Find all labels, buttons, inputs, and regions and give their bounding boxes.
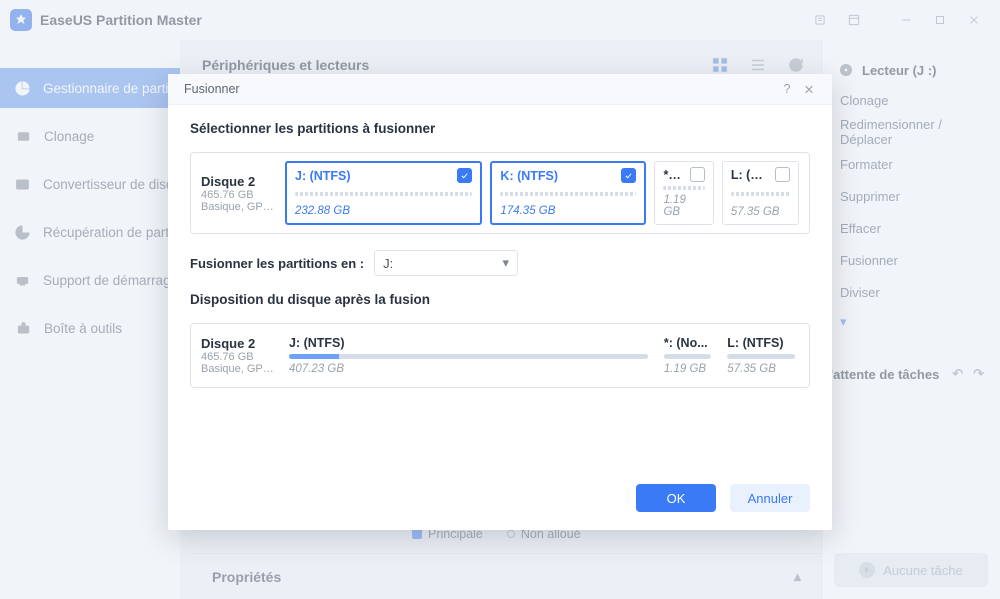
partition-checkbox[interactable] [690, 167, 705, 182]
partition-cell: J: (NTFS) 407.23 GB [285, 332, 652, 379]
partition-checkbox[interactable] [621, 168, 636, 183]
dialog-title: Fusionner [184, 82, 240, 96]
partition-size: 57.35 GB [731, 206, 790, 218]
chevron-down-icon: ▾ [503, 255, 510, 271]
partition-label: K: (NTFS) [500, 169, 558, 183]
partition-size: 57.35 GB [727, 363, 795, 375]
merge-into-label: Fusionner les partitions en : [190, 256, 364, 271]
partition-size: 232.88 GB [295, 205, 472, 217]
disk-type: Basique, GPT, ... [201, 201, 275, 213]
partition-label: L: (NTFS) [727, 336, 783, 350]
partition-label: *: (No... [664, 336, 708, 350]
partition-label: L: (NTFS) [731, 168, 769, 182]
partition-cell[interactable]: L: (NTFS) 57.35 GB [722, 161, 799, 225]
cancel-button[interactable]: Annuler [730, 484, 810, 512]
partition-usage-bar [500, 192, 636, 196]
disk-name: Disque 2 [201, 174, 275, 189]
disk-size: 465.76 GB [201, 189, 275, 201]
partition-size: 1.19 GB [664, 363, 711, 375]
partition-usage-bar [664, 354, 711, 359]
partition-cell: *: (No... 1.19 GB [660, 332, 715, 379]
disk-size: 465.76 GB [201, 351, 275, 363]
close-icon[interactable]: ✕ [798, 78, 820, 100]
partition-usage-bar [289, 354, 648, 359]
merge-dialog: Fusionner ? ✕ Sélectionner les partition… [168, 74, 832, 530]
select-partitions-title: Sélectionner les partitions à fusionner [190, 121, 810, 136]
partition-cell[interactable]: J: (NTFS) 232.88 GB [285, 161, 482, 225]
partition-usage-bar [727, 354, 795, 359]
partition-usage-bar [731, 192, 790, 196]
partition-cell: L: (NTFS) 57.35 GB [723, 332, 799, 379]
merge-target-select[interactable]: J: ▾ [374, 250, 518, 276]
disk-type: Basique, GPT, ... [201, 363, 275, 375]
partition-usage-bar [295, 192, 472, 196]
partition-label: J: (NTFS) [295, 169, 351, 183]
partition-label: J: (NTFS) [289, 336, 345, 350]
partition-cell[interactable]: *: (... 1.19 GB [654, 161, 713, 225]
partition-checkbox[interactable] [775, 167, 790, 182]
help-icon[interactable]: ? [776, 78, 798, 100]
partition-label: *: (... [663, 168, 683, 182]
partition-checkbox[interactable] [457, 168, 472, 183]
disk-after-row: Disque 2 465.76 GB Basique, GPT, ... J: … [190, 323, 810, 388]
partition-size: 1.19 GB [663, 194, 704, 218]
after-merge-title: Disposition du disque après la fusion [190, 292, 810, 307]
partition-size: 174.35 GB [500, 205, 636, 217]
partition-size: 407.23 GB [289, 363, 648, 375]
partition-cell[interactable]: K: (NTFS) 174.35 GB [490, 161, 646, 225]
ok-button[interactable]: OK [636, 484, 716, 512]
disk-before-row: Disque 2 465.76 GB Basique, GPT, ... J: … [190, 152, 810, 234]
disk-name: Disque 2 [201, 336, 275, 351]
partition-usage-bar [663, 186, 704, 190]
